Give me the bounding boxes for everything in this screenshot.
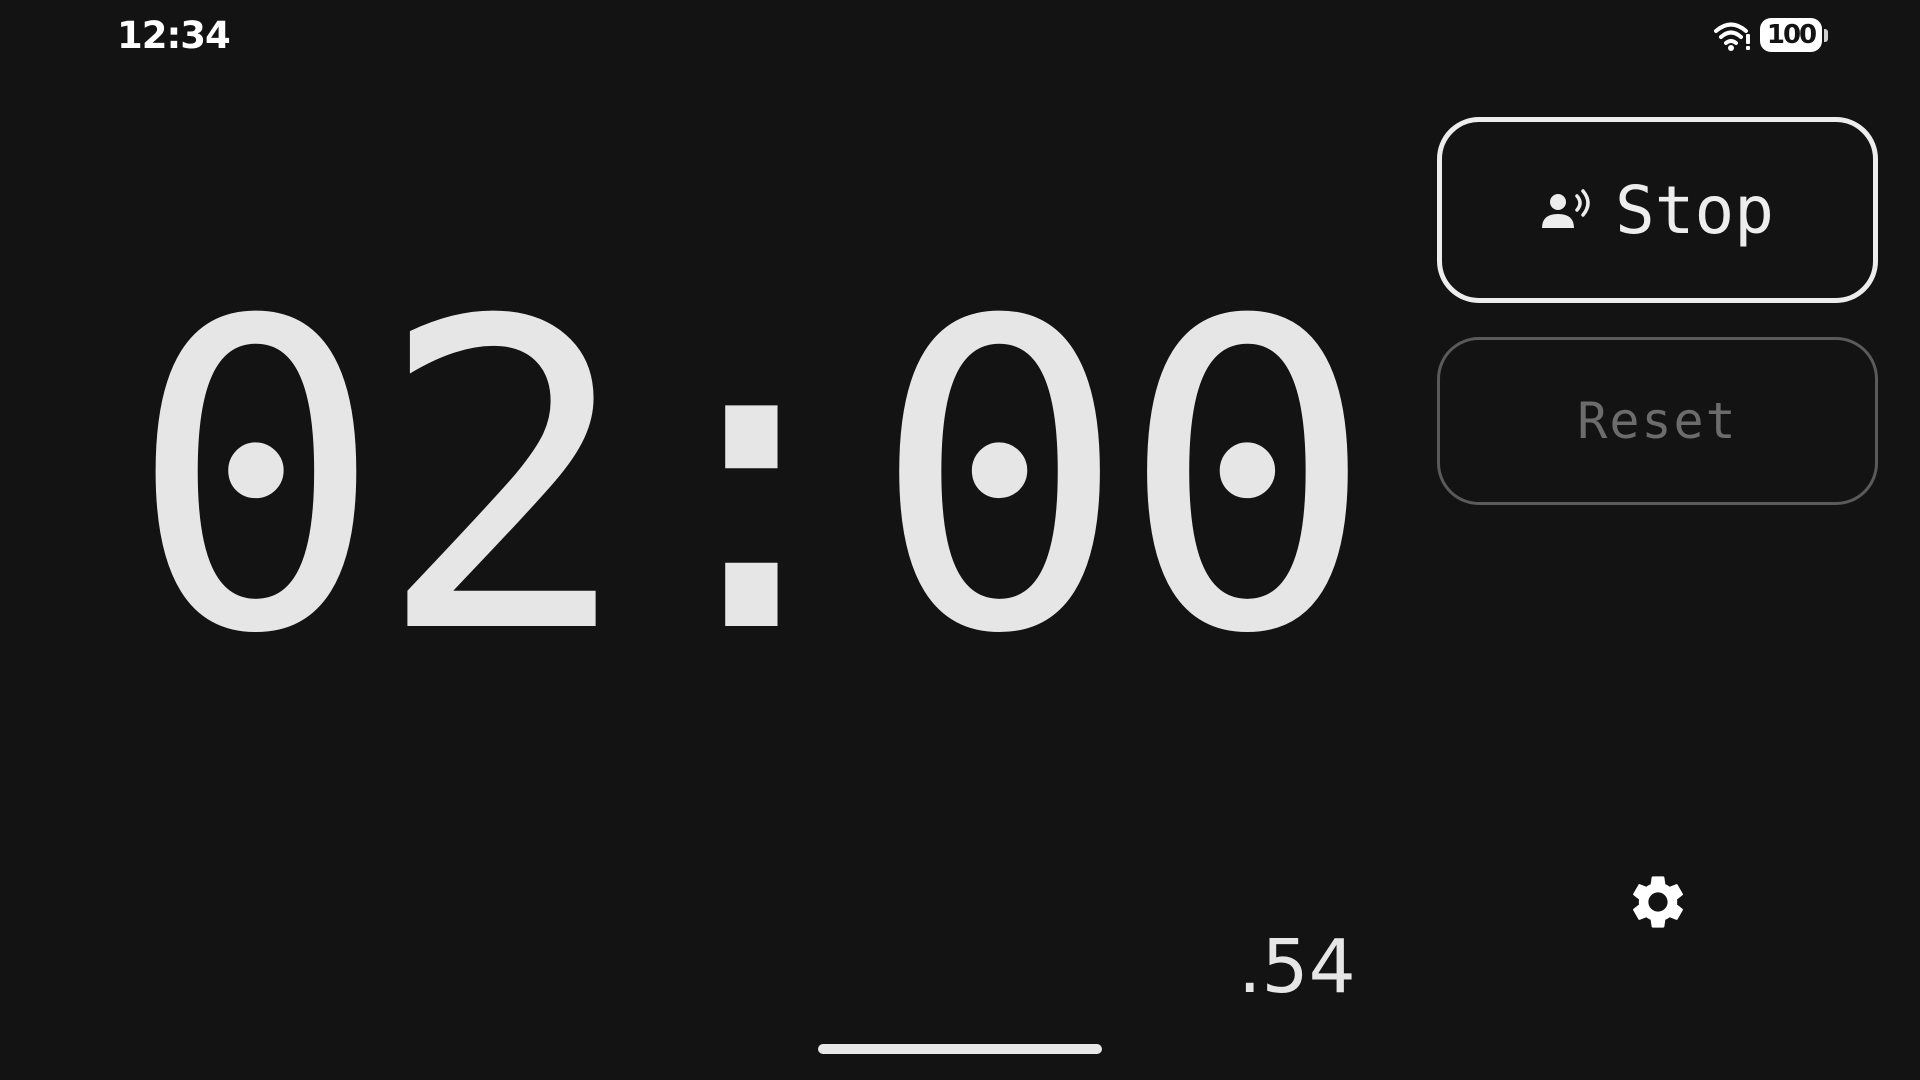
home-indicator[interactable]	[818, 1044, 1102, 1054]
voice-command-icon	[1541, 188, 1593, 232]
stop-button[interactable]: Stop	[1437, 117, 1878, 303]
timer-display: 02:00	[128, 233, 1375, 727]
battery-tip	[1824, 28, 1828, 42]
wifi-icon	[1712, 18, 1752, 52]
timer-screen: 12:34 100 02:00 .54 Stop Reset	[0, 0, 1920, 1080]
reset-button-label: Reset	[1577, 392, 1738, 450]
battery-indicator: 100	[1760, 18, 1828, 52]
status-time: 12:34	[117, 14, 231, 57]
status-indicators: 100	[1712, 18, 1828, 52]
battery-level: 100	[1760, 18, 1822, 52]
timer-fraction: .54	[1238, 924, 1356, 1010]
gear-icon[interactable]	[1626, 870, 1690, 934]
stop-button-label: Stop	[1615, 171, 1774, 249]
reset-button[interactable]: Reset	[1437, 337, 1878, 505]
